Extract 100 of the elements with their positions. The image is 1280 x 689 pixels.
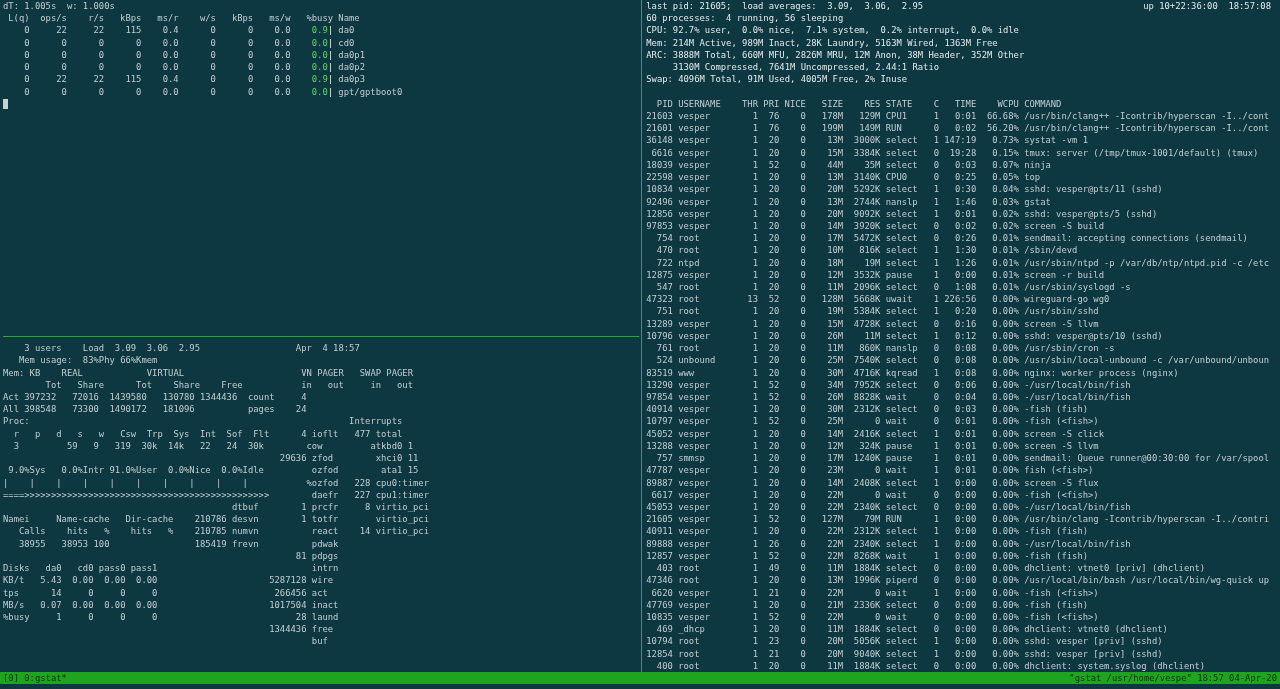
table-cell: fish (<fish>) — [1024, 464, 1094, 477]
output-line: buf — [310, 635, 329, 648]
table-cell-text: vesper — [678, 500, 712, 514]
table-cell-text: vesper — [678, 171, 712, 184]
table-cell: -/usr/local/bin/fish — [1024, 391, 1131, 404]
table-cell-text: 0 — [932, 598, 939, 611]
output-line: All 398548 73300 1490172 181096 pages 24 — [3, 403, 308, 416]
table-cell-text: vesper — [678, 476, 712, 489]
column-header: kBps — [119, 12, 142, 25]
table-cell-text: 0 — [97, 36, 105, 49]
table-cell-text: 1 — [932, 134, 939, 147]
table-cell-text: 0 — [246, 24, 254, 37]
column-header: COMMAND — [1024, 97, 1062, 110]
table-cell-text: 20 — [767, 256, 780, 269]
table-cell-text: 0:00 — [953, 537, 977, 550]
table-cell-text: smmsp — [678, 452, 706, 465]
table-cell-text: 1 — [751, 256, 758, 269]
table-cell-text: 0:01 — [953, 439, 977, 453]
table-cell-text: 0:00 — [953, 623, 977, 636]
column-header: SIZE — [820, 97, 844, 110]
table-cell-text: 0.01% — [991, 232, 1019, 245]
table-cell-text: 2312K — [852, 525, 881, 538]
table-cell-text: vesper — [678, 158, 712, 172]
table-cell: -/usr/local/bin/fish — [1024, 537, 1131, 550]
table-cell-text: select — [885, 281, 919, 294]
table-cell-text: 1 — [932, 439, 939, 453]
table-cell-text: vesper — [678, 586, 712, 599]
table-cell-text: 52 — [767, 549, 780, 563]
table-cell-text: 470 — [655, 244, 673, 257]
table-cell-text: 0:30 — [953, 183, 977, 196]
table-cell-text: 0.00% — [991, 623, 1019, 636]
table-cell-text: 0 — [799, 293, 806, 306]
summary-line: ARC: 3888M Total, 660M MFU, 2826M MRU, 12M Anon, 38M Header, 352M Other — [646, 48, 1026, 62]
table-cell-text: vesper — [678, 610, 712, 624]
table-cell-text: 0:00 — [953, 586, 977, 599]
table-cell-text: 0.03% — [991, 195, 1019, 208]
output-line: Tot Share Tot Share Free in out in out — [44, 378, 414, 392]
table-cell: 36148 — [646, 134, 673, 147]
table-cell-text: 0 — [932, 623, 939, 636]
table-cell: -fish (fish) — [1024, 403, 1089, 416]
table-cell-text: 1 — [751, 134, 758, 147]
table-cell-text: piperd — [885, 574, 919, 587]
table-cell-text: 1 — [932, 525, 939, 538]
table-cell-text: 0 — [799, 171, 806, 184]
table-cell: nginx: worker process (nginx) — [1024, 366, 1179, 379]
table-cell-text: select — [885, 647, 919, 660]
table-cell-text: 1 — [932, 256, 939, 269]
table-cell-text: 20 — [767, 183, 780, 196]
table-cell-text: 9092K — [852, 207, 881, 220]
table-cell-text: 0.00% — [991, 342, 1019, 355]
table-cell-text: 0 — [209, 73, 216, 86]
table-cell: -/usr/local/bin/fish — [1024, 378, 1131, 391]
table-cell: 10797 — [646, 415, 673, 428]
table-cell: 89888 — [646, 537, 673, 550]
table-cell-text: 0:03 — [953, 158, 977, 172]
table-cell-text: 403 — [655, 562, 673, 575]
table-cell-text: 1 — [751, 207, 758, 220]
table-cell-text: 1 — [751, 317, 758, 330]
table-cell-text: 13M — [826, 171, 844, 184]
table-cell-text: 0 — [799, 647, 806, 660]
table-cell: screen -S llvm — [1024, 317, 1099, 330]
table-cell-text: 1 — [932, 635, 939, 648]
table-cell-text: 20M — [826, 183, 844, 196]
table-cell-text: 0 — [23, 24, 30, 37]
table-cell-text: 20 — [767, 207, 780, 220]
table-cell-text: 0 — [23, 85, 30, 98]
window-tab[interactable]: [0] 0:gstat* — [3, 672, 67, 685]
table-cell: /usr/sbin/ntpd -p /var/db/ntp/ntpd.pid -c /etc — [1024, 256, 1270, 269]
table-cell-text: 860K — [858, 342, 881, 355]
table-cell: sshd: vesper [priv] (sshd) — [1024, 647, 1163, 660]
output-line: Act 397232 72016 1439580 130780 1344436 count 4 — [3, 391, 308, 404]
table-cell-text: 1 — [751, 562, 758, 575]
table-cell: /usr/sbin/syslogd -s — [1024, 281, 1131, 294]
table-cell-text: 1 — [751, 195, 758, 208]
table-cell-text: RUN — [885, 122, 903, 135]
table-cell-text: 1 — [751, 476, 758, 489]
table-cell-text: 1 — [932, 464, 939, 477]
table-cell-text: select — [885, 305, 919, 318]
table-cell-text: 0 — [135, 48, 142, 62]
table-cell: sendmail: Queue runner@00:30:00 for /var/spool — [1024, 452, 1270, 465]
table-cell-text: 17M — [826, 452, 844, 465]
table-cell-text: 0:06 — [953, 378, 977, 391]
table-cell-text: da0 — [338, 24, 356, 37]
table-cell-text: 0 — [60, 61, 67, 74]
table-cell-text: 0 — [799, 305, 806, 318]
table-cell-text: 1:26 — [953, 256, 977, 269]
output-line: Mem: KB REAL VIRTUAL VN PAGER SWAP PAGER — [3, 366, 414, 379]
table-cell-text: 0 — [799, 329, 806, 343]
table-cell: 10835 — [646, 610, 673, 624]
table-cell: 10794 — [646, 635, 673, 648]
table-cell-text: 1 — [932, 513, 939, 526]
table-cell-text: 0.00% — [991, 317, 1019, 330]
table-cell-text: 22M — [826, 488, 844, 501]
table-cell-text: 0:00 — [953, 635, 977, 648]
table-cell-text: 2744K — [852, 195, 881, 208]
table-cell-text: 1 — [932, 305, 939, 318]
table-cell-text: select — [885, 146, 919, 159]
table-cell: 10796 — [646, 329, 673, 343]
table-cell-text: 2340K — [852, 537, 881, 550]
table-cell-text: vesper — [678, 329, 712, 343]
